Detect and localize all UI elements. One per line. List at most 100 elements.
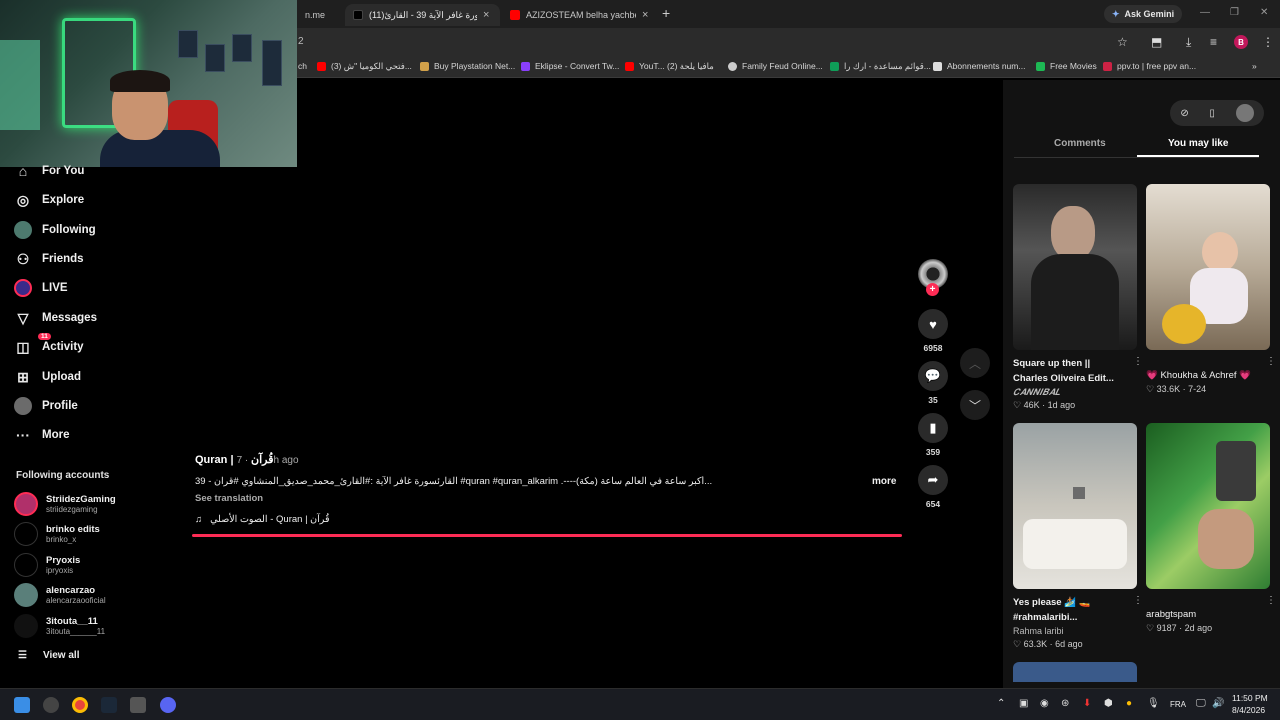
following-account[interactable]: brinko edits brinko_x <box>14 522 100 546</box>
sidebar-item-for-you[interactable]: ⌂ For You <box>14 160 85 182</box>
youtube-icon <box>510 10 520 20</box>
card-menu-icon[interactable]: ⋮ <box>1133 356 1143 367</box>
tray-app-icon[interactable]: ⬢ <box>1104 698 1113 709</box>
clock-date[interactable]: 8/4/2026 <box>1232 705 1265 715</box>
task-view-icon[interactable] <box>43 697 59 713</box>
recommended-video-card[interactable]: 💗 Khoukha & Achref 💗 ♡ 33.6K · 7-24 ⋮ <box>1146 184 1276 396</box>
tray-app-icon[interactable]: ▣ <box>1019 698 1028 709</box>
video-thumbnail <box>1013 184 1137 350</box>
chrome-icon[interactable] <box>72 697 88 713</box>
tab-tiktok[interactable]: (11)سورة غافر الآية 39 - القارئ × <box>345 4 500 26</box>
bookmark-3[interactable]: Buy Playstation Net... <box>420 61 515 71</box>
maximize-button[interactable]: ❐ <box>1230 7 1239 18</box>
save-button[interactable]: ▮ 359 <box>917 413 949 457</box>
menu-icon[interactable]: ⋮ <box>1262 35 1274 49</box>
following-accounts-heading: Following accounts <box>16 470 110 481</box>
minimize-button[interactable]: — <box>1200 7 1210 18</box>
profile-avatar-button[interactable]: B <box>1234 35 1248 49</box>
close-icon[interactable]: × <box>483 9 489 21</box>
clock-time[interactable]: 11:50 PM <box>1232 693 1268 703</box>
bookmark-2[interactable]: (3) فتحي الكوميا "ش... <box>317 61 412 72</box>
following-avatar <box>14 221 32 239</box>
sidebar-item-live[interactable]: LIVE <box>14 277 68 299</box>
video-thumbnail[interactable] <box>1013 662 1137 682</box>
ppv-icon <box>1103 61 1112 71</box>
tray-app-icon[interactable]: ● <box>1126 698 1132 709</box>
ask-gemini-button[interactable]: ✦ Ask Gemini <box>1104 5 1183 23</box>
tray-app-icon[interactable]: ⊛ <box>1061 698 1069 709</box>
language-indicator[interactable]: FRA <box>1170 700 1186 709</box>
following-account[interactable]: 3itouta__11 3itouta______11 <box>14 614 105 638</box>
chevron-up-icon[interactable]: ⌃ <box>997 698 1005 709</box>
previous-video-button[interactable]: ︿ <box>960 348 990 378</box>
recommended-video-card[interactable]: Yes please 🏄🏽 🚤 #rahmalaribi... Rahma la… <box>1013 423 1143 651</box>
star-icon[interactable]: ☆ <box>1117 35 1128 49</box>
avatar[interactable] <box>1235 104 1254 122</box>
tab-you-may-like[interactable]: You may like <box>1168 138 1228 149</box>
following-account[interactable]: alencarzao alencarzaooficial <box>14 583 106 607</box>
recommended-video-card[interactable]: arabgtspam ♡ 9187 · 2d ago ⋮ <box>1146 423 1276 635</box>
tab-youtube[interactable]: AZIZOSTEAM belha yachbe3 fi × <box>502 4 657 26</box>
tab-comments[interactable]: Comments <box>1054 138 1106 149</box>
microphone-icon[interactable]: 🎙 <box>1147 698 1160 709</box>
follow-plus-icon[interactable]: + <box>926 283 939 296</box>
sidebar-item-friends[interactable]: ⚇ Friends <box>14 248 84 270</box>
close-window-button[interactable]: ✕ <box>1260 7 1268 18</box>
card-menu-icon[interactable]: ⋮ <box>1266 356 1276 367</box>
compass-icon[interactable]: ⊘ <box>1180 108 1188 119</box>
reading-list-icon[interactable]: ≡ <box>1210 35 1217 49</box>
bookmark-8[interactable]: Abonnements num... <box>933 61 1025 71</box>
music-link[interactable]: ♫ الصوت الأصلي - Quran | قُرآن <box>195 514 330 525</box>
windows-start-icon[interactable] <box>14 697 30 713</box>
sidebar-item-activity[interactable]: ◫ 11 Activity <box>14 333 84 358</box>
view-all-link[interactable]: ☰ View all <box>18 650 79 661</box>
close-icon[interactable]: × <box>642 9 648 21</box>
comment-button[interactable]: 💬 35 <box>917 361 949 405</box>
bookmark-icon: ▮ <box>918 413 948 443</box>
avatar <box>14 522 38 546</box>
following-account[interactable]: StriidezGaming striidezgaming <box>14 492 116 516</box>
steam-tray-icon[interactable]: ◉ <box>1040 698 1049 709</box>
share-button[interactable]: ➦ 654 <box>917 465 949 509</box>
bookmark-1[interactable]: ch <box>298 61 307 71</box>
address-input[interactable]: 2 <box>298 36 304 47</box>
compass-icon: ◎ <box>16 191 30 208</box>
bookmark-4[interactable]: Eklipse - Convert Tw... <box>521 61 619 71</box>
apps-icon[interactable] <box>130 697 146 713</box>
video-progress-bar[interactable] <box>192 534 902 537</box>
following-account[interactable]: Pryoxis ipryoxis <box>14 553 80 577</box>
phone-icon[interactable]: ▯ <box>1209 108 1215 119</box>
sidebar-item-profile[interactable]: Profile <box>14 395 78 417</box>
discord-icon[interactable] <box>160 697 176 713</box>
sidebar-item-more[interactable]: ··· More <box>14 424 69 446</box>
download-icon[interactable]: ⤓ <box>1186 35 1191 50</box>
card-menu-icon[interactable]: ⋮ <box>1133 595 1143 606</box>
tab-1[interactable]: n.me <box>297 4 345 26</box>
recommended-video-card[interactable]: Square up then || Charles Oliveira Edit.… <box>1013 184 1143 412</box>
bookmark-5[interactable]: YouT... (2) مافيا يلحة <box>625 61 714 72</box>
tray-app-icon[interactable]: ⬇ <box>1083 698 1091 709</box>
like-button[interactable]: ♥ 6958 <box>917 309 949 353</box>
network-icon[interactable]: 🖵 <box>1196 698 1206 709</box>
card-menu-icon[interactable]: ⋮ <box>1266 595 1276 606</box>
like-count: 6958 <box>923 343 943 353</box>
video-author[interactable]: Quran | قُرآن · 7h ago <box>195 453 299 466</box>
more-button[interactable]: more <box>872 476 896 487</box>
see-translation-link[interactable]: See translation <box>195 493 263 504</box>
sidebar-item-messages[interactable]: ▽ Messages <box>14 307 97 329</box>
next-video-button[interactable]: ﹀ <box>960 390 990 420</box>
bookmark-6[interactable]: Family Feud Online... <box>728 61 823 71</box>
bookmark-7[interactable]: قوائم مساعدة - ارك را... <box>830 61 931 72</box>
steam-icon[interactable] <box>101 697 117 713</box>
sidebar-item-explore[interactable]: ◎ Explore <box>14 189 84 211</box>
bookmark-10[interactable]: ppv.to | free ppv an... <box>1103 61 1196 71</box>
volume-icon[interactable]: 🔊 <box>1212 698 1224 709</box>
site-icon <box>933 61 942 71</box>
bookmarks-overflow-icon[interactable]: » <box>1252 61 1257 71</box>
bookmark-9[interactable]: Free Movies <box>1036 61 1097 71</box>
extensions-icon[interactable]: ⬒ <box>1151 35 1162 49</box>
chevron-up-icon: ︿ <box>968 356 981 371</box>
sidebar-item-upload[interactable]: ⊞ Upload <box>14 366 81 388</box>
sidebar-item-following[interactable]: Following <box>14 219 96 241</box>
new-tab-button[interactable]: + <box>662 5 670 21</box>
